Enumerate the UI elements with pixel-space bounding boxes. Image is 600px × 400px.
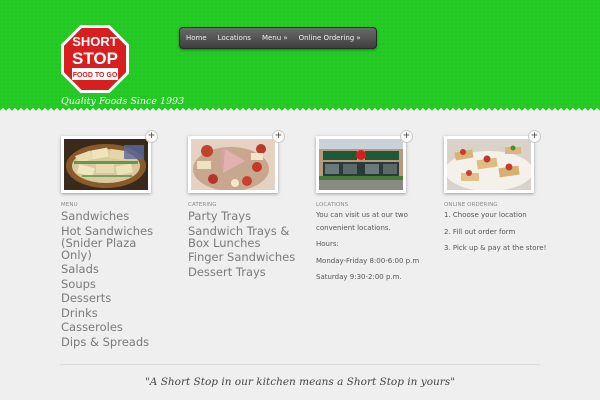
menu-item[interactable]: Sandwiches (61, 210, 161, 222)
expand-plus-icon[interactable]: + (528, 130, 541, 143)
catering-item[interactable]: Sandwich Trays & Box Lunches (188, 224, 298, 249)
nav-menu[interactable]: Menu » (262, 34, 288, 42)
party-tray-image (191, 139, 275, 190)
site-logo[interactable]: SHORT STOP FOOD TO GO (60, 24, 130, 94)
catering-item[interactable]: Finger Sandwiches (188, 251, 298, 263)
slogan-quote: "A Short Stop in our kitchen means a Sho… (144, 376, 456, 388)
ordering-steps: 1. Choose your location 2. Fill out orde… (444, 209, 554, 255)
footer-divider (60, 364, 540, 365)
locations-text: You can visit us at our two convenient l… (316, 209, 421, 284)
main-nav: Home Locations Menu » Online Ordering » (179, 27, 377, 49)
logo-line2: STOP (72, 49, 118, 68)
stop-sign-logo: SHORT STOP FOOD TO GO (61, 25, 129, 93)
tagline: Quality Foods Since 1993 (61, 96, 185, 107)
logo-line3: FOOD TO GO (73, 72, 118, 79)
menu-item[interactable]: Hot Sandwiches (Snider Plaza Only) (61, 224, 161, 262)
locations-heading: LOCATIONS (316, 202, 349, 208)
nav-home[interactable]: Home (186, 34, 207, 42)
menu-image-frame[interactable]: + (61, 130, 158, 193)
ordering-step: 2. Fill out order form (444, 227, 516, 236)
ordering-heading: ONLINE ORDERING (444, 202, 498, 208)
sandwich-platter-image (64, 139, 148, 190)
catering-item[interactable]: Party Trays (188, 210, 298, 222)
locations-image-frame[interactable]: + (316, 130, 413, 193)
saturday-hours: Saturday 9:30-2:00 p.m. (316, 273, 402, 281)
menu-item[interactable]: Desserts (61, 292, 161, 304)
expand-plus-icon[interactable]: + (272, 130, 285, 143)
ordering-column: + ONLINE ORDERING 1. Choose your locatio… (444, 130, 554, 255)
catering-item[interactable]: Dessert Trays (188, 265, 298, 277)
menu-heading: MENU (61, 202, 78, 208)
menu-item[interactable]: Soups (61, 278, 161, 290)
ordering-step: 3. Pick up & pay at the store! (444, 244, 547, 252)
menu-item[interactable]: Dips & Spreads (61, 336, 161, 348)
ordering-image-frame[interactable]: + (444, 130, 541, 193)
menu-column: + MENU Sandwiches Hot Sandwiches (Snider… (61, 130, 161, 350)
storefront-image (319, 139, 403, 190)
menu-list: Sandwiches Hot Sandwiches (Snider Plaza … (61, 210, 161, 348)
catering-list: Party Trays Sandwich Trays & Box Lunches… (188, 210, 298, 278)
header-edge (0, 108, 600, 114)
menu-item[interactable]: Casseroles (61, 321, 161, 333)
nav-locations[interactable]: Locations (218, 34, 251, 42)
logo-line1: SHORT (72, 34, 118, 49)
menu-item[interactable]: Drinks (61, 307, 161, 319)
hours-label: Hours: (316, 240, 339, 248)
weekday-hours: Monday-Friday 8:00-6:00 p.m (316, 256, 420, 265)
catering-heading: CATERING (188, 202, 217, 208)
menu-item[interactable]: Salads (61, 263, 161, 275)
expand-plus-icon[interactable]: + (145, 130, 158, 143)
catering-column: + CATERING Party Trays Sandwich Trays & … (188, 130, 298, 280)
ordering-step: 1. Choose your location (444, 211, 527, 219)
nav-online-ordering[interactable]: Online Ordering » (299, 34, 361, 42)
locations-intro: You can visit us at our two convenient l… (316, 211, 408, 232)
appetizers-image (447, 139, 531, 190)
catering-image-frame[interactable]: + (188, 130, 285, 193)
expand-plus-icon[interactable]: + (400, 130, 413, 143)
locations-column: + LOCATIONS You can visit us at our two … (316, 130, 421, 284)
